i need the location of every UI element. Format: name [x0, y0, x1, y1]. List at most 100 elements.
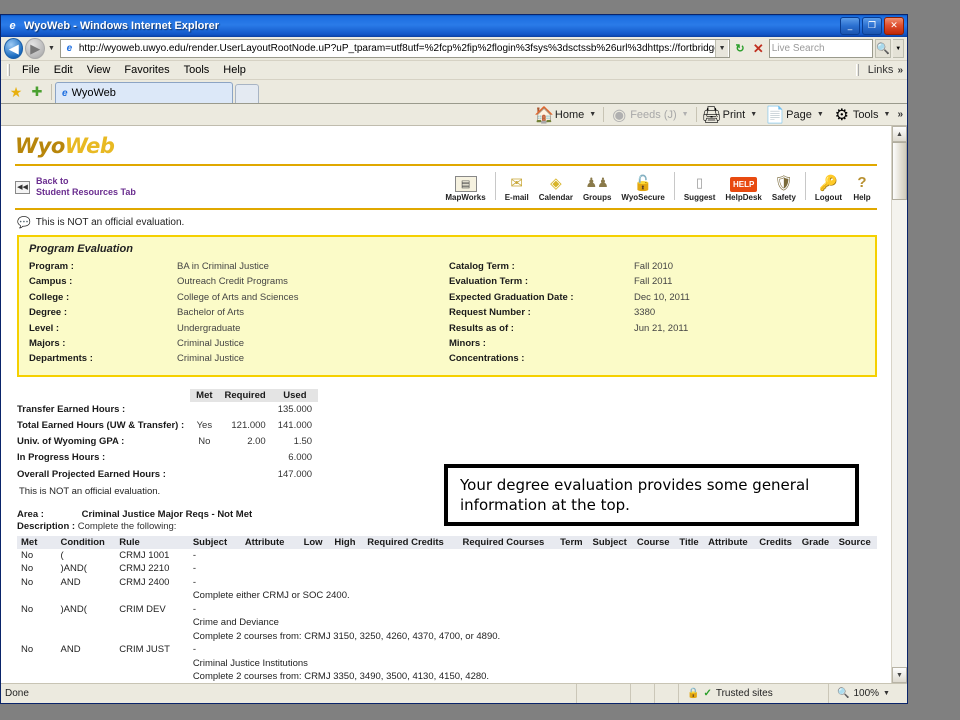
feeds-dropdown-icon: ▼: [681, 111, 689, 118]
hours-used-gpa: 1.50: [293, 436, 313, 448]
home-icon: 🏠: [533, 106, 554, 124]
table-row: No AND CRIM JUST - Criminal Justice Inst…: [17, 643, 877, 683]
menu-favorites[interactable]: Favorites: [117, 64, 176, 76]
forward-button[interactable]: ▶: [25, 38, 45, 59]
toolbar-item-help[interactable]: ? Help: [847, 173, 877, 202]
toolbar-item-helpdesk[interactable]: HELP HelpDesk: [720, 177, 766, 202]
req-note: Complete either CRMJ or SOC 2400.: [192, 590, 350, 602]
value-catalog-term: Fall 2010: [634, 261, 674, 272]
search-provider-dropdown-icon[interactable]: ▼: [893, 39, 904, 58]
scrollbar-track[interactable]: [892, 200, 907, 667]
label-campus: Campus :: [29, 276, 73, 288]
col-met: Met: [17, 535, 57, 549]
command-home[interactable]: 🏠 Home ▼: [531, 105, 601, 125]
tab-label: WyoWeb: [71, 87, 116, 99]
envelope-icon: ✉: [510, 174, 523, 192]
evaluation-right-values: Fall 2010 Fall 2011 Dec 10, 2011 3380 Ju…: [634, 259, 690, 367]
zoom-dropdown-icon[interactable]: ▼: [883, 690, 890, 697]
close-button[interactable]: ✕: [884, 17, 904, 35]
address-dropdown-icon[interactable]: ▼: [715, 40, 729, 57]
req-subject: -: [192, 644, 196, 656]
toolbar-label-wyosecure: WyoSecure: [621, 193, 665, 202]
home-dropdown-icon[interactable]: ▼: [589, 111, 596, 118]
menu-file[interactable]: File: [15, 64, 47, 76]
back-button[interactable]: ◀: [4, 38, 24, 59]
command-tools[interactable]: ⚙ Tools ▼: [829, 105, 896, 125]
back-to-tab-link[interactable]: ◀◀ Back to Student Resources Tab: [15, 176, 136, 199]
scroll-up-button[interactable]: ▲: [892, 126, 907, 142]
menu-view[interactable]: View: [80, 64, 118, 76]
toolbar-label-suggest: Suggest: [683, 193, 716, 202]
area-label: Area :: [17, 508, 44, 520]
command-page[interactable]: 📄 Page ▼: [762, 105, 829, 125]
title-bar: e WyoWeb - Windows Internet Explorer _ ❐…: [1, 15, 907, 37]
toolbar-item-logout[interactable]: 🔑 Logout: [810, 173, 847, 203]
links-label: Links: [867, 64, 894, 76]
hours-label-inprogress: In Progress Hours :: [17, 452, 106, 464]
address-bar[interactable]: e http://wyoweb.uwyo.edu/render.UserLayo…: [59, 39, 731, 58]
toolbar-separator: [804, 172, 806, 200]
tools-dropdown-icon[interactable]: ▼: [884, 111, 891, 118]
toolbar-item-mapworks[interactable]: ▤ MapWorks: [440, 176, 490, 202]
scroll-down-button[interactable]: ▼: [892, 667, 907, 683]
area-value: Criminal Justice Major Reqs - Not Met: [81, 508, 253, 520]
toolbar-item-wyosecure[interactable]: 🔓 WyoSecure: [616, 173, 669, 203]
wyoweb-logo[interactable]: WyoWeb: [1, 126, 891, 162]
tab-separator: [51, 84, 52, 100]
stop-button[interactable]: ✕: [750, 39, 767, 58]
value-expected-graduation-date: Dec 10, 2011: [634, 291, 690, 303]
logo-part-web: Web: [64, 134, 115, 158]
command-print[interactable]: 🖨 Print ▼: [699, 105, 763, 125]
links-toolbar[interactable]: Links »: [855, 64, 903, 76]
vertical-scrollbar[interactable]: ▲ ▼: [891, 126, 907, 683]
printer-icon: 🖨: [701, 106, 722, 124]
page-viewport: WyoWeb ◀◀ Back to Student Resources Tab …: [1, 126, 907, 683]
tab-wyoweb[interactable]: e WyoWeb: [55, 82, 233, 103]
description-value: Complete the following:: [77, 520, 177, 532]
search-input[interactable]: Live Search: [768, 39, 873, 58]
toolbar-label-safety: Safety: [771, 193, 796, 202]
new-tab-button[interactable]: [235, 84, 259, 103]
toolbar-item-suggest[interactable]: ▯ Suggest: [679, 173, 721, 203]
security-zone[interactable]: 🔒 ✓ Trusted sites: [679, 684, 829, 703]
command-feeds[interactable]: ◉ Feeds (J) ▼: [606, 105, 693, 125]
favorites-center-icon[interactable]: ★: [5, 82, 27, 102]
toolbar-item-groups[interactable]: ♟♟ Groups: [578, 173, 616, 203]
minimize-button[interactable]: _: [840, 17, 860, 35]
hours-label-projected: Overall Projected Earned Hours :: [17, 468, 166, 480]
menu-grip[interactable]: [7, 64, 10, 76]
command-overflow-icon[interactable]: »: [897, 109, 903, 120]
print-dropdown-icon[interactable]: ▼: [750, 111, 757, 118]
restore-button[interactable]: ❐: [862, 17, 882, 35]
req-note-title: Crime and Deviance: [192, 617, 279, 629]
add-to-favorites-icon[interactable]: ✚: [27, 82, 47, 102]
requirements-table: Met Condition Rule Subject Attribute Low…: [17, 535, 877, 683]
back-line-1: Back to: [36, 175, 69, 186]
links-grip[interactable]: [855, 64, 859, 76]
toolbar-item-calendar[interactable]: ◈ Calendar: [534, 173, 578, 203]
menu-help[interactable]: Help: [216, 64, 253, 76]
toolbar-label-helpdesk: HelpDesk: [725, 193, 762, 202]
req-rule: CRMJ 2210: [119, 563, 170, 575]
hours-used-total: 141.000: [277, 419, 313, 431]
back-to-tab-label: Back to Student Resources Tab: [36, 176, 136, 199]
value-departments: Criminal Justice: [177, 353, 245, 365]
zoom-control[interactable]: 🔍 100% ▼: [829, 688, 907, 699]
history-dropdown-icon[interactable]: ▼: [47, 45, 58, 52]
links-overflow-icon[interactable]: »: [897, 65, 903, 76]
menu-tools[interactable]: Tools: [177, 64, 217, 76]
menu-edit[interactable]: Edit: [47, 64, 80, 76]
req-met: No: [21, 644, 34, 656]
hours-label-transfer: Transfer Earned Hours :: [17, 403, 126, 415]
refresh-button[interactable]: ↻: [732, 39, 748, 58]
label-evaluation-term: Evaluation Term :: [449, 276, 529, 288]
req-met: No: [21, 576, 34, 588]
evaluation-right-column: Catalog Term : Evaluation Term : Expecte…: [449, 259, 865, 367]
status-spacer-2: [631, 684, 655, 703]
search-icon[interactable]: 🔍: [874, 39, 892, 58]
col-grade: Grade: [797, 535, 835, 549]
toolbar-item-safety[interactable]: 🛡 Safety: [767, 173, 801, 203]
scrollbar-thumb[interactable]: [892, 142, 907, 200]
page-dropdown-icon[interactable]: ▼: [817, 111, 824, 118]
toolbar-item-email[interactable]: ✉ E-mail: [500, 173, 534, 203]
